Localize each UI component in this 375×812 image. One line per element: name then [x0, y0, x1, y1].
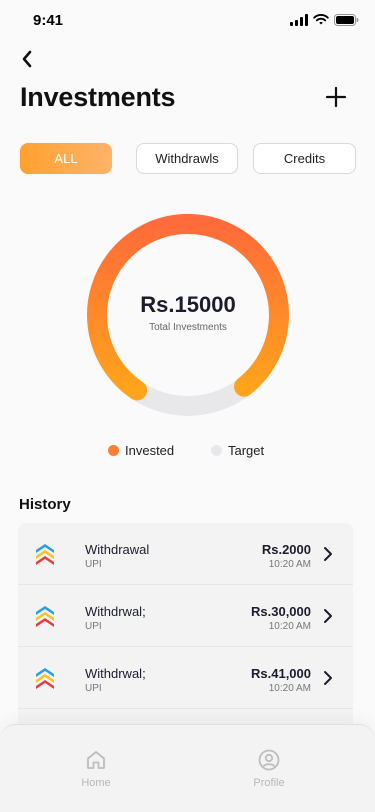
- history-item-time: 10:20 AM: [268, 683, 311, 694]
- legend: Invested Target: [0, 443, 375, 459]
- chevron-left-icon: [22, 50, 32, 68]
- history-item-amount: Rs.30,000: [251, 604, 311, 619]
- wifi-icon: [313, 14, 329, 25]
- history-item-method: UPI: [85, 559, 102, 570]
- history-item-method: UPI: [85, 621, 102, 632]
- filter-tabs: ALL Withdrawls Credits: [20, 143, 356, 174]
- total-investments-value: Rs.15000: [140, 292, 236, 317]
- bottom-nav: Home Profile: [0, 724, 375, 812]
- history-item-amount: Rs.2000: [261, 542, 311, 557]
- page-title: Investments: [20, 82, 176, 112]
- chevron-right-icon: [324, 547, 332, 561]
- history-item-time: 10:20 AM: [268, 621, 311, 632]
- stacked-chevron-logo-icon: [36, 544, 54, 565]
- legend-target-dot: [211, 445, 222, 456]
- stacked-chevron-logo-icon: [36, 668, 54, 689]
- history-item-time: 10:20 AM: [268, 559, 311, 570]
- total-investments-label: Total Investments: [149, 322, 227, 333]
- status-time: 9:41: [33, 12, 64, 29]
- filter-credits[interactable]: Credits: [253, 143, 356, 174]
- legend-invested-label: Invested: [125, 443, 175, 458]
- legend-invested: Invested: [108, 443, 174, 458]
- chevron-right-icon: [324, 671, 332, 685]
- history-item-title: Withdrwal;: [85, 666, 146, 681]
- history-row[interactable]: Withdrwal; UPI Rs.41,000 10:20 AM: [18, 647, 353, 709]
- legend-invested-dot: [108, 445, 119, 456]
- history-row[interactable]: Withdrwal; UPI Rs.30,000 10:20 AM: [18, 585, 353, 647]
- nav-home-label: Home: [81, 777, 111, 789]
- history-item-method: UPI: [85, 683, 102, 694]
- nav-home[interactable]: Home: [61, 749, 131, 789]
- nav-profile[interactable]: Profile: [234, 749, 304, 789]
- filter-all[interactable]: ALL: [20, 143, 112, 174]
- plus-icon: [325, 86, 347, 108]
- status-bar: 9:41: [0, 0, 375, 44]
- stacked-chevron-logo-icon: [36, 606, 54, 627]
- user-circle-icon: [258, 749, 280, 771]
- add-investment-button[interactable]: [323, 84, 349, 110]
- ring-center: Rs.15000 Total Investments: [86, 292, 290, 333]
- status-icons: [290, 14, 359, 26]
- signal-icon: [290, 14, 308, 26]
- history-item-title: Withdrawal: [85, 542, 150, 557]
- home-icon: [87, 751, 105, 769]
- legend-target-label: Target: [228, 443, 265, 458]
- chevron-right-icon: [324, 609, 332, 623]
- history-title: History: [19, 496, 71, 513]
- back-button[interactable]: [16, 48, 38, 70]
- history-item-amount: Rs.41,000: [251, 666, 311, 681]
- battery-icon: [334, 14, 359, 26]
- legend-target: Target: [211, 443, 264, 458]
- history-item-title: Withdrwal;: [85, 604, 146, 619]
- filter-withdrawls[interactable]: Withdrawls: [136, 143, 238, 174]
- history-row[interactable]: Withdrawal UPI Rs.2000 10:20 AM: [18, 523, 353, 585]
- nav-profile-label: Profile: [253, 777, 285, 789]
